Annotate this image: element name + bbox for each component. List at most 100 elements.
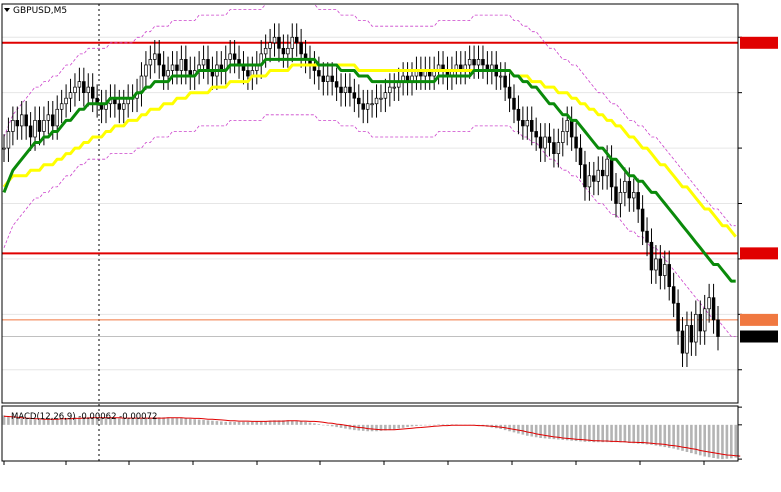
candle-body [521, 120, 525, 127]
candle-body [294, 36, 299, 44]
candle-body [206, 59, 210, 71]
candle-body [379, 97, 383, 100]
candle-body [538, 136, 543, 149]
chart-svg: GBPUSD,M5 MACD(12,26,9) -0.00062 -0.0007… [0, 0, 781, 489]
macd-histogram-bar [432, 424, 436, 426]
candle-body [184, 59, 188, 71]
macd-histogram-bar [242, 421, 245, 425]
candle-body [157, 53, 161, 66]
candle-body [631, 192, 636, 199]
candle-body [623, 180, 627, 193]
candle-body [28, 125, 33, 138]
macd-indicator-label: MACD(12,26,9) -0.00062 -0.00072 [11, 412, 157, 422]
macd-histogram-bar [645, 424, 649, 445]
candle-body [179, 59, 184, 71]
candle-body [534, 131, 538, 138]
macd-histogram-bar [171, 417, 174, 425]
candle-body [711, 297, 716, 321]
candle-body [68, 92, 73, 99]
macd-histogram-bar [574, 424, 578, 442]
chart-root: GBPUSD,M5 MACD(12,26,9) -0.00062 -0.0007… [0, 0, 781, 489]
macd-histogram-bar [401, 424, 405, 428]
candle-body [370, 103, 374, 106]
candle-body [330, 75, 334, 82]
macd-histogram-bar [601, 424, 604, 443]
macd-histogram-bar [175, 417, 179, 425]
macd-histogram-bar [251, 421, 254, 425]
candle-body [525, 120, 530, 127]
macd-histogram-bar [255, 421, 259, 425]
macd-histogram-bar [397, 424, 400, 429]
macd-histogram-bar [246, 421, 250, 425]
macd-histogram-bar [650, 424, 653, 445]
macd-histogram-bar [220, 421, 223, 425]
macd-histogram-bar [614, 424, 618, 443]
level-price-tag [740, 313, 778, 326]
macd-histogram-bar [543, 424, 547, 439]
macd-histogram-bar [410, 424, 414, 427]
candle-body [121, 103, 126, 110]
candle-body [561, 131, 565, 143]
macd-histogram-bar [322, 424, 325, 426]
macd-histogram-bar [512, 424, 516, 433]
candle-body [228, 53, 232, 60]
candle-body [2, 147, 6, 150]
candle-body [667, 264, 671, 287]
macd-histogram-bar [663, 424, 667, 448]
macd-histogram-bar [610, 424, 613, 443]
macd-histogram-bar [583, 424, 587, 442]
candle-body [609, 158, 614, 188]
candle-body [201, 59, 206, 66]
macd-histogram-bar [295, 421, 298, 425]
candle-body [596, 169, 601, 182]
candle-body [11, 120, 15, 132]
macd-histogram-bar [659, 424, 662, 447]
macd-histogram-bar [406, 424, 409, 428]
macd-histogram-bar [237, 421, 241, 425]
macd-histogram-bar [534, 424, 538, 438]
candle-body [325, 75, 330, 82]
candle-body [15, 120, 20, 127]
candle-body [348, 86, 352, 94]
candle-body [73, 86, 77, 94]
macd-histogram-bar [605, 424, 609, 443]
macd-histogram-bar [317, 424, 321, 425]
macd-histogram-bar [446, 424, 449, 425]
candle-body [645, 230, 649, 243]
candle-body [19, 114, 24, 127]
candle-body [268, 42, 272, 49]
candle-body [170, 64, 175, 71]
candle-body [676, 302, 680, 332]
candle-body [86, 86, 91, 94]
candle-body [148, 59, 153, 66]
candle-body [286, 47, 290, 55]
macd-histogram-bar [592, 424, 596, 443]
macd-histogram-bar [654, 424, 658, 446]
candle-body [481, 59, 485, 66]
candle-body [512, 97, 516, 110]
candle-body [361, 103, 365, 110]
candle-body [352, 92, 357, 99]
candle-body [556, 142, 561, 154]
candle-body [516, 108, 521, 121]
candle-body [77, 81, 82, 88]
macd-histogram-bar [619, 424, 622, 443]
macd-histogram-bar [641, 424, 644, 445]
candle-body [605, 158, 609, 177]
candle-body [716, 319, 720, 337]
candle-body [175, 64, 179, 71]
macd-histogram-bar [441, 424, 445, 425]
candle-body [694, 313, 698, 343]
candle-body [552, 142, 556, 154]
macd-histogram-bar [339, 424, 343, 428]
candle-body [299, 42, 303, 55]
macd-histogram-bar [628, 424, 631, 443]
candle-body [33, 120, 37, 138]
candle-body [565, 120, 569, 132]
macd-histogram-bar [419, 424, 423, 426]
candle-body [144, 64, 148, 77]
candle-body [334, 81, 339, 88]
macd-histogram-bar [290, 420, 294, 425]
candle-body [614, 186, 618, 204]
candle-body [383, 92, 388, 99]
